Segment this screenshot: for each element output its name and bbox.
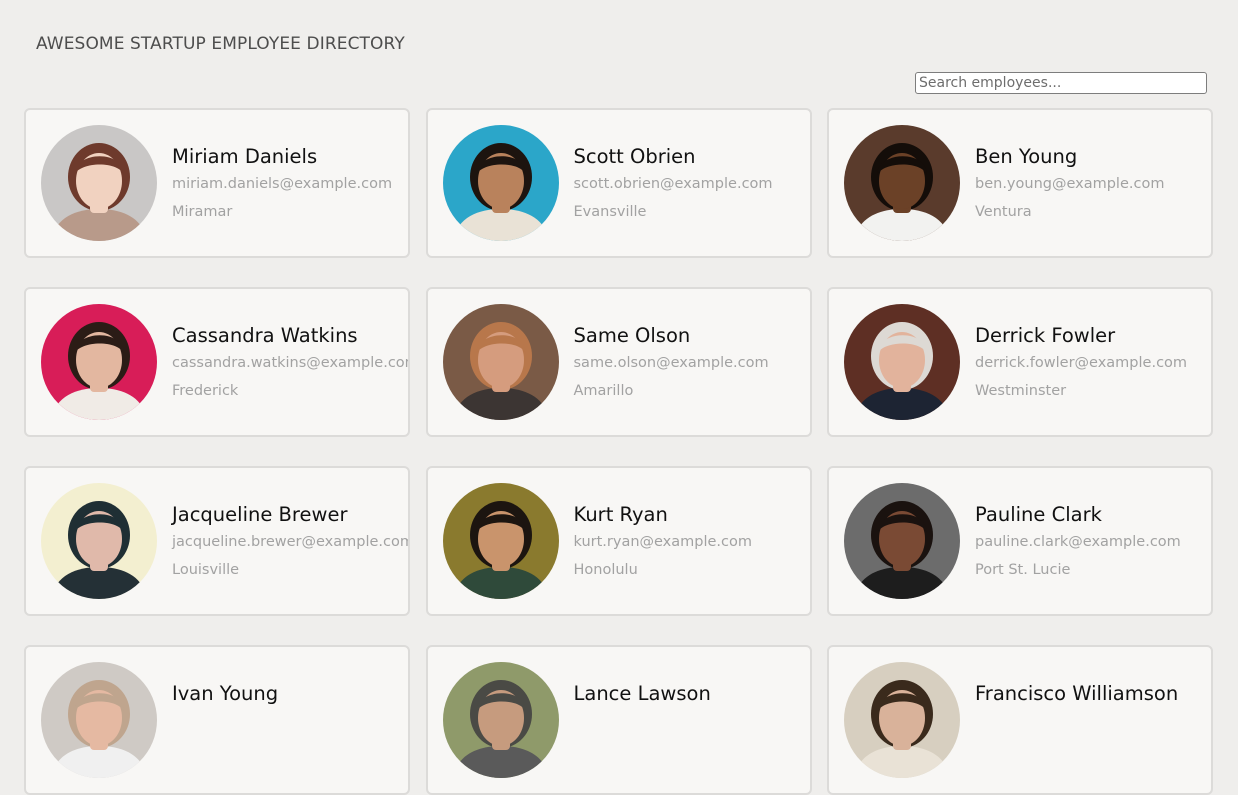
employee-avatar [41,125,157,241]
employee-city: Louisville [172,562,240,578]
employee-city: Amarillo [573,383,634,399]
avatar-photo-icon [442,304,559,420]
employee-email: jacqueline.brewer@example.com [172,534,410,550]
employee-card[interactable]: Kurt Ryan kurt.ryan@example.com Honolulu [425,466,812,616]
avatar-photo-icon [41,483,157,599]
employee-city: Miramar [172,204,233,220]
avatar-photo-icon [844,483,960,599]
employee-avatar [442,483,559,599]
employee-card[interactable]: Francisco Williamson [827,645,1213,795]
employee-card[interactable]: Lance Lawson [425,645,812,795]
employee-name: Scott Obrien [573,145,696,168]
avatar-photo-icon [442,125,559,241]
employee-avatar [844,483,960,599]
employee-city: Ventura [975,204,1032,220]
employee-avatar [844,304,960,420]
employee-email: derrick.fowler@example.com [975,355,1188,371]
employee-card[interactable]: Miriam Daniels miriam.daniels@example.co… [24,108,410,258]
employee-card[interactable]: Derrick Fowler derrick.fowler@example.co… [827,287,1213,437]
employee-card[interactable]: Ivan Young [24,645,410,795]
employee-card[interactable]: Pauline Clark pauline.clark@example.com … [827,466,1213,616]
avatar-photo-icon [41,125,157,241]
employee-avatar [844,125,960,241]
avatar-photo-icon [844,304,960,420]
employee-email: scott.obrien@example.com [573,176,773,192]
employee-city: Port St. Lucie [975,562,1071,578]
employee-grid: Miriam Daniels miriam.daniels@example.co… [24,108,1213,795]
employee-name: Lance Lawson [573,682,711,705]
employee-name: Miriam Daniels [172,145,318,168]
employee-name: Cassandra Watkins [172,324,358,347]
employee-name: Same Olson [573,324,691,347]
employee-email: pauline.clark@example.com [975,534,1181,550]
employee-avatar [41,662,157,778]
employee-avatar [844,662,960,778]
employee-email: kurt.ryan@example.com [573,534,753,550]
employee-email: ben.young@example.com [975,176,1165,192]
avatar-photo-icon [844,662,960,778]
employee-name: Ben Young [975,145,1078,168]
page-title: AWESOME STARTUP EMPLOYEE DIRECTORY [36,34,405,54]
employee-email: cassandra.watkins@example.com [172,355,410,371]
employee-avatar [442,662,559,778]
employee-name: Jacqueline Brewer [172,503,348,526]
employee-city: Honolulu [573,562,638,578]
employee-city: Frederick [172,383,239,399]
avatar-photo-icon [442,662,559,778]
avatar-photo-icon [41,304,157,420]
avatar-photo-icon [41,662,157,778]
employee-avatar [442,304,559,420]
search-input[interactable] [915,72,1207,94]
employee-email: miriam.daniels@example.com [172,176,393,192]
employee-avatar [41,304,157,420]
employee-card[interactable]: Ben Young ben.young@example.com Ventura [827,108,1213,258]
employee-card[interactable]: Scott Obrien scott.obrien@example.com Ev… [425,108,812,258]
employee-name: Derrick Fowler [975,324,1116,347]
employee-card[interactable]: Same Olson same.olson@example.com Amaril… [425,287,812,437]
employee-city: Evansville [573,204,647,220]
employee-name: Francisco Williamson [975,682,1179,705]
employee-email: same.olson@example.com [573,355,769,371]
employee-avatar [41,483,157,599]
employee-name: Pauline Clark [975,503,1102,526]
employee-card[interactable]: Cassandra Watkins cassandra.watkins@exam… [24,287,410,437]
employee-card[interactable]: Jacqueline Brewer jacqueline.brewer@exam… [24,466,410,616]
employee-name: Ivan Young [172,682,279,705]
employee-city: Westminster [975,383,1067,399]
avatar-photo-icon [442,483,559,599]
avatar-photo-icon [844,125,960,241]
employee-avatar [442,125,559,241]
employee-name: Kurt Ryan [573,503,668,526]
